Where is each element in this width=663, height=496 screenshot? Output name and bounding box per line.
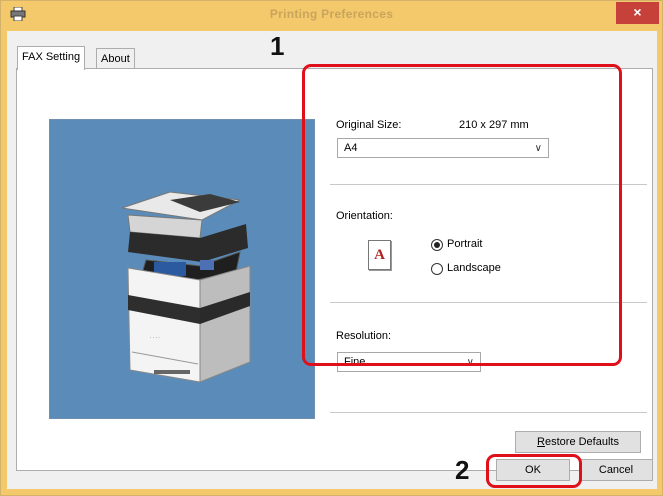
tab-about[interactable]: About (96, 48, 135, 69)
restore-defaults-hotkey: R (537, 436, 545, 448)
tab-fax-setting[interactable]: FAX Setting (17, 46, 86, 70)
restore-defaults-button[interactable]: Restore Defaults (515, 431, 641, 453)
window-title: Printing Preferences (269, 7, 394, 21)
close-button[interactable]: × (616, 2, 659, 24)
printer-preview-image: . . . . (49, 119, 315, 419)
divider (330, 412, 647, 413)
callout-number-1: 1 (270, 31, 285, 61)
cancel-button[interactable]: Cancel (579, 459, 653, 481)
restore-defaults-label: estore Defaults (544, 436, 619, 448)
svg-text:. . . .: . . . . (150, 334, 160, 340)
callout-highlight-2 (486, 454, 582, 488)
title-bar[interactable]: Printing Preferences × (1, 1, 662, 29)
callout-number-2: 2 (455, 455, 470, 485)
callout-highlight-1 (302, 64, 622, 366)
multifunction-printer-illustration: . . . . (121, 191, 251, 383)
